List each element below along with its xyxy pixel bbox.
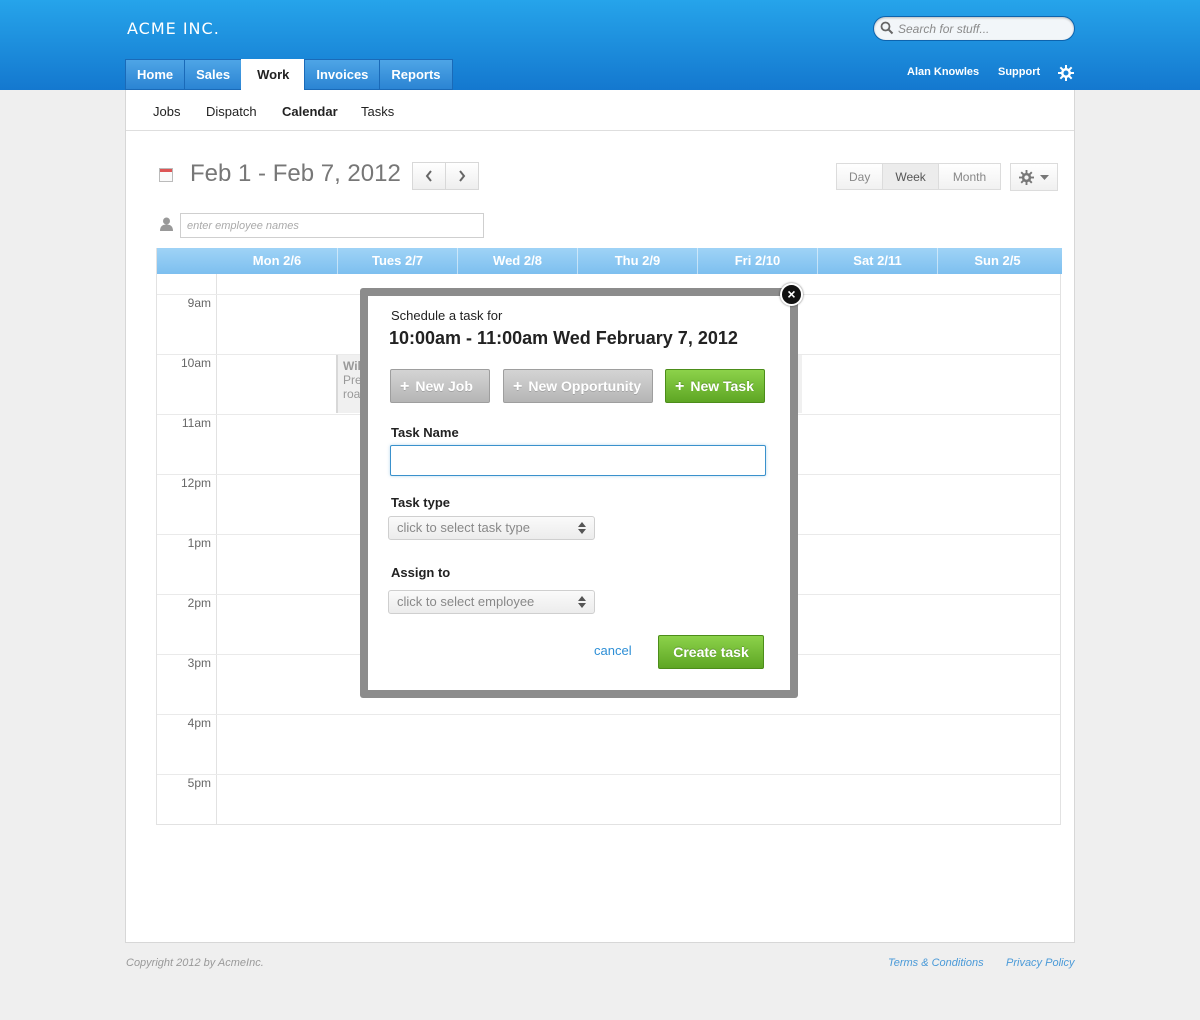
chevron-right-icon	[459, 170, 466, 182]
day-header-thu: Thu 2/9	[577, 248, 697, 274]
time-label-9am: 9am	[187, 296, 211, 310]
calendar-settings-button[interactable]	[1010, 163, 1058, 191]
privacy-link[interactable]: Privacy Policy	[1006, 957, 1074, 969]
subnav-tasks[interactable]: Tasks	[361, 104, 394, 119]
caret-down-icon	[1040, 175, 1049, 180]
subnav-jobs[interactable]: Jobs	[153, 104, 180, 119]
tab-invoices[interactable]: Invoices	[304, 59, 381, 90]
employee-filter-input[interactable]	[180, 213, 484, 238]
view-day-button[interactable]: Day	[836, 163, 884, 190]
day-header-wed: Wed 2/8	[457, 248, 577, 274]
day-header-sun: Sun 2/5	[937, 248, 1057, 274]
schedule-task-dialog: Schedule a task for 10:00am - 11:00am We…	[368, 296, 790, 690]
time-label-5pm: 5pm	[187, 776, 211, 790]
search-box	[873, 16, 1075, 41]
search-input[interactable]	[898, 20, 1068, 38]
top-header-bar: ACME INC. Home Sales Work Invoices Repor…	[0, 0, 1200, 90]
view-switcher: Day Week Month	[836, 163, 1002, 190]
time-label-4pm: 4pm	[187, 716, 211, 730]
time-label-12pm: 12pm	[180, 476, 211, 490]
view-week-button[interactable]: Week	[882, 163, 939, 190]
time-label-1pm: 1pm	[187, 536, 211, 550]
dialog-subtitle: Schedule a task for	[391, 308, 503, 323]
settings-gear-icon[interactable]	[1058, 65, 1074, 86]
select-arrows-icon	[578, 596, 586, 608]
time-label-3pm: 3pm	[187, 656, 211, 670]
support-link[interactable]: Support	[998, 66, 1040, 78]
next-week-button[interactable]	[445, 162, 479, 190]
prev-week-button[interactable]	[412, 162, 446, 190]
time-label-10am: 10am	[180, 356, 211, 370]
assign-to-label: Assign to	[391, 565, 451, 580]
view-month-button[interactable]: Month	[937, 163, 1002, 190]
subnav-dispatch[interactable]: Dispatch	[206, 104, 257, 119]
tab-home[interactable]: Home	[125, 59, 186, 90]
sub-navigation: Jobs Dispatch Calendar Tasks	[126, 90, 1074, 131]
calendar-icon	[159, 168, 173, 182]
gear-icon	[1019, 170, 1034, 185]
plus-icon: +	[513, 378, 523, 395]
subnav-calendar[interactable]: Calendar	[282, 104, 338, 119]
user-name-link[interactable]: Alan Knowles	[907, 66, 979, 78]
person-icon	[160, 217, 173, 236]
hour-line	[157, 714, 1060, 715]
new-opportunity-button[interactable]: + New Opportunity	[503, 369, 653, 403]
create-task-button[interactable]: Create task	[658, 635, 764, 669]
time-label-11am: 11am	[181, 416, 211, 430]
terms-link[interactable]: Terms & Conditions	[888, 957, 984, 969]
dialog-title: 10:00am - 11:00am Wed February 7, 2012	[389, 328, 738, 348]
time-label-2pm: 2pm	[187, 596, 211, 610]
date-range-title: Feb 1 - Feb 7, 2012	[190, 160, 401, 187]
brand-logo[interactable]: ACME INC.	[127, 19, 220, 38]
chevron-left-icon	[425, 170, 432, 182]
plus-icon: +	[675, 378, 685, 395]
day-header-mon: Mon 2/6	[252, 253, 302, 268]
close-icon[interactable]: ×	[780, 283, 803, 306]
new-task-button[interactable]: + New Task	[665, 369, 765, 403]
day-header-fri: Fri 2/10	[697, 248, 817, 274]
task-type-select[interactable]: click to select task type	[388, 516, 595, 540]
tab-reports[interactable]: Reports	[379, 59, 453, 90]
tab-sales[interactable]: Sales	[184, 59, 243, 90]
new-job-button[interactable]: + New Job	[390, 369, 490, 403]
day-header-tue: Tues 2/7	[337, 248, 457, 274]
date-pager	[412, 162, 479, 190]
assign-employee-select-text: click to select employee	[397, 594, 535, 609]
select-arrows-icon	[578, 522, 586, 534]
tab-work[interactable]: Work	[241, 59, 306, 90]
task-type-label: Task type	[391, 495, 451, 510]
task-type-select-text: click to select task type	[397, 520, 530, 535]
search-icon	[880, 21, 894, 40]
assign-employee-select[interactable]: click to select employee	[388, 590, 595, 614]
plus-icon: +	[400, 378, 410, 395]
cancel-link[interactable]: cancel	[594, 643, 632, 658]
day-header-row: Mon 2/6 Tues 2/7 Wed 2/8 Thu 2/9 Fri 2/1…	[157, 248, 1062, 274]
copyright-text: Copyright 2012 by AcmeInc.	[126, 957, 264, 969]
main-tabs: Home Sales Work Invoices Reports	[125, 59, 453, 90]
day-header-sat: Sat 2/11	[817, 248, 937, 274]
task-name-input[interactable]	[390, 445, 766, 476]
hour-line	[157, 774, 1060, 775]
task-name-label: Task Name	[391, 425, 459, 440]
